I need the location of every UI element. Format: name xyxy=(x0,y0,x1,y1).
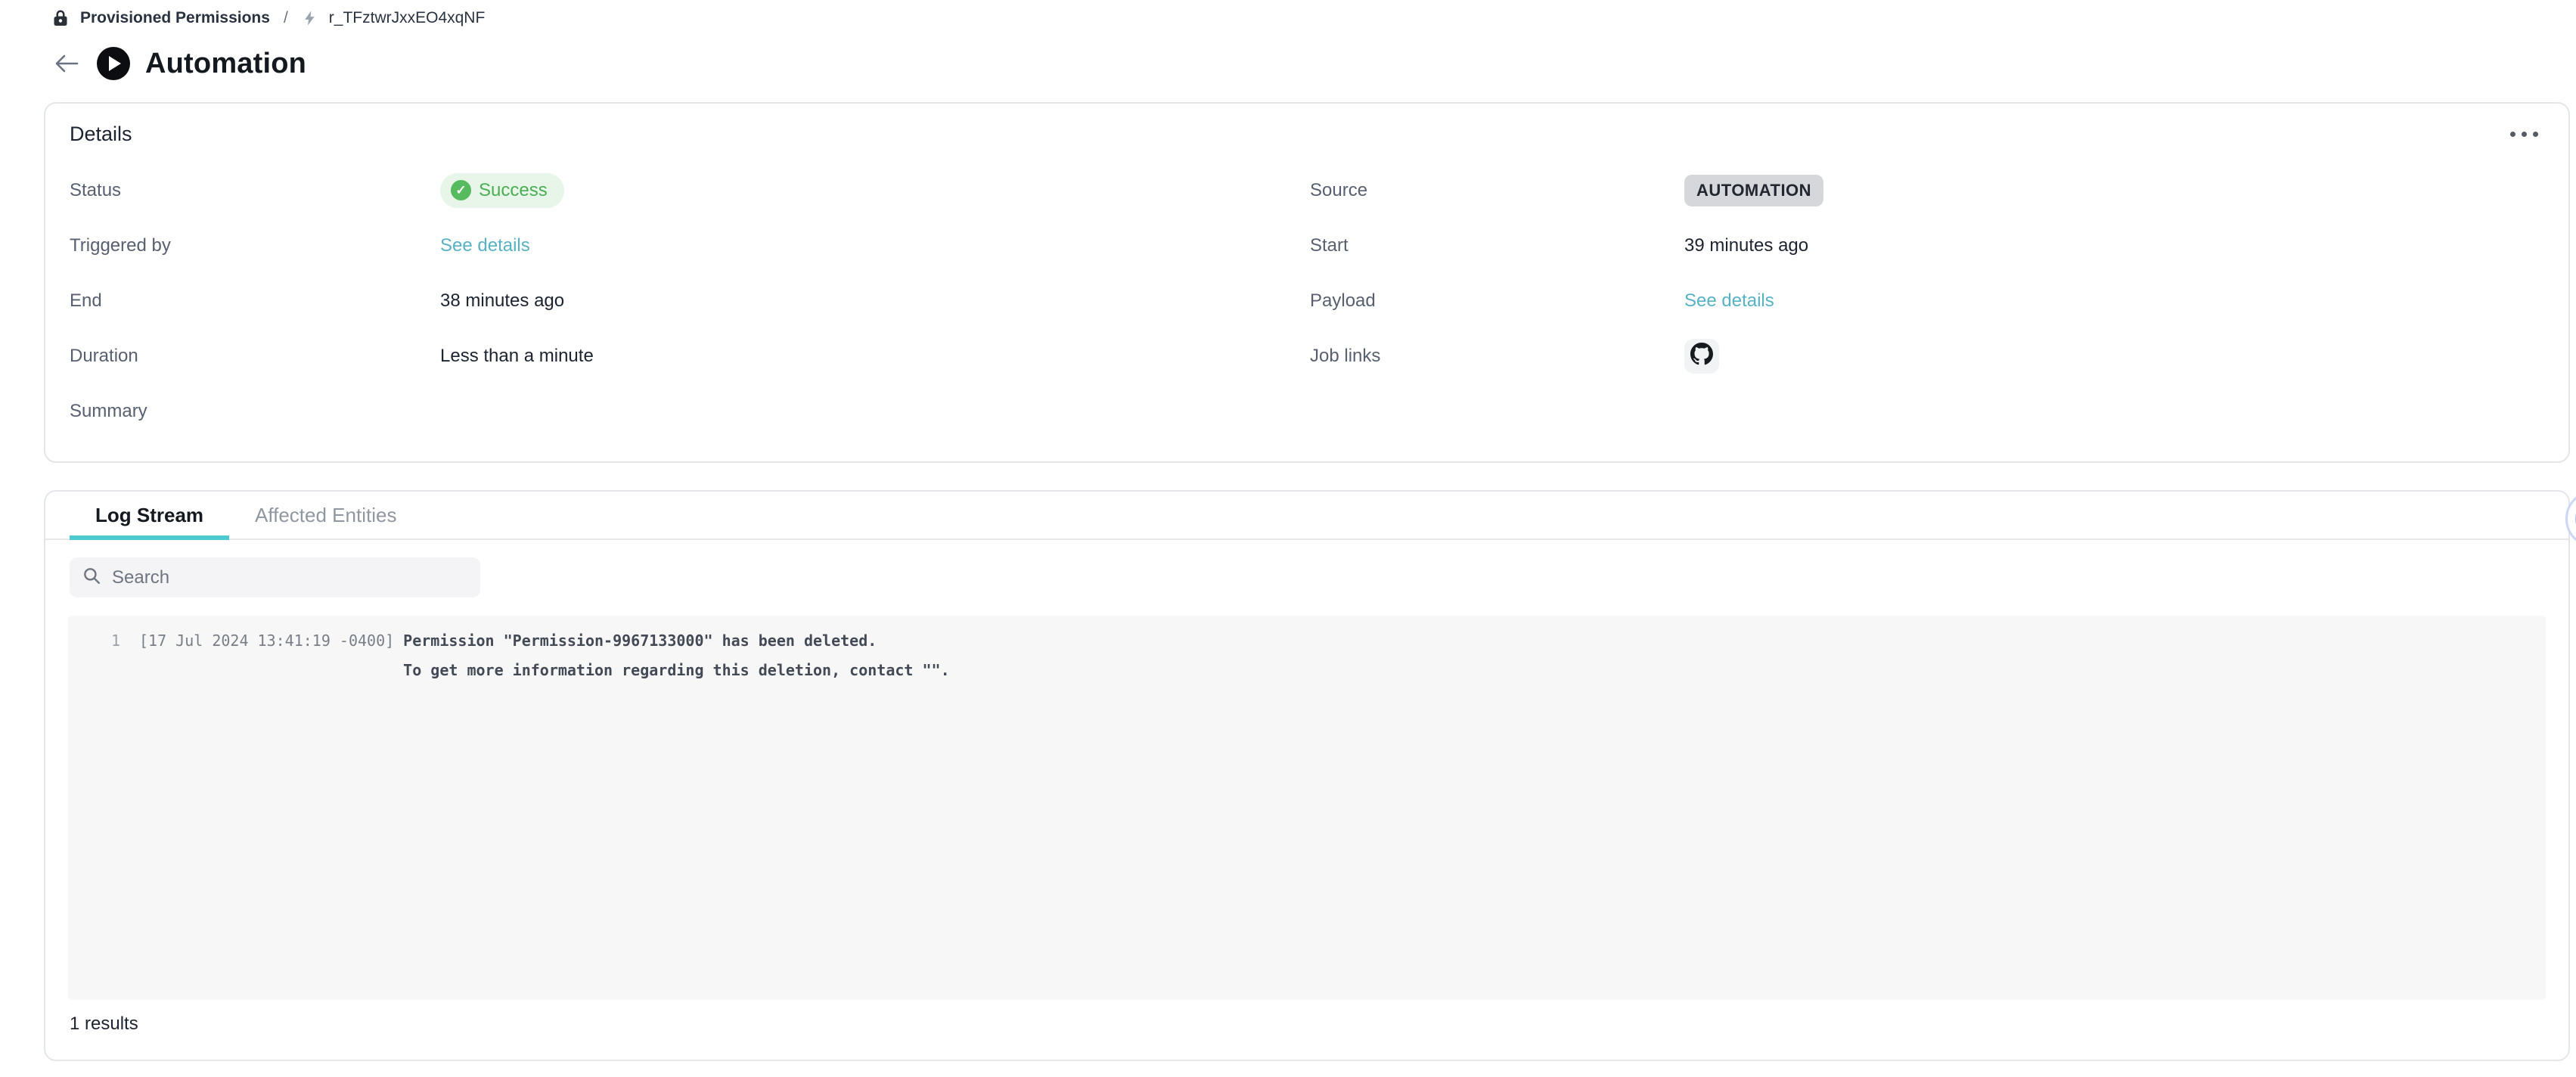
ellipsis-menu-button[interactable] xyxy=(2504,126,2544,143)
duration-label: Duration xyxy=(70,346,440,367)
breadcrumb: Provisioned Permissions / r_TFztwrJxxEO4… xyxy=(51,9,485,27)
log-search[interactable] xyxy=(70,557,480,597)
end-label: End xyxy=(70,290,440,312)
source-label: Source xyxy=(1310,180,1684,201)
github-icon xyxy=(1690,343,1713,369)
payload-see-details-link[interactable]: See details xyxy=(1684,290,1774,311)
source-badge: AUTOMATION xyxy=(1684,175,1823,206)
github-link-button[interactable] xyxy=(1684,339,1719,374)
triggered-by-label: Triggered by xyxy=(70,235,440,256)
page-title: Automation xyxy=(145,48,306,80)
lightning-icon xyxy=(302,9,318,27)
log-card: Log Stream Affected Entities 1 [17 Jul 2… xyxy=(44,490,2570,1061)
search-input[interactable] xyxy=(112,567,468,588)
details-card-title: Details xyxy=(70,123,132,146)
automation-play-icon xyxy=(97,47,130,80)
end-value: 38 minutes ago xyxy=(440,290,1310,312)
payload-label: Payload xyxy=(1310,290,1684,312)
status-badge: ✓ Success xyxy=(440,173,564,208)
back-button[interactable] xyxy=(51,48,82,79)
check-circle-icon: ✓ xyxy=(451,180,471,200)
job-links-label: Job links xyxy=(1310,346,1684,367)
detail-row-summary: Summary xyxy=(70,383,2544,439)
log-stream-viewer[interactable]: 1 [17 Jul 2024 13:41:19 -0400] Permissio… xyxy=(68,616,2546,1000)
detail-row-status-source: Status ✓ Success Source AUTOMATION xyxy=(70,163,2544,218)
detail-row-duration-joblinks: Duration Less than a minute Job links xyxy=(70,328,2544,383)
tab-affected-entities[interactable]: Affected Entities xyxy=(229,492,422,538)
search-icon xyxy=(82,566,101,589)
tab-bar: Log Stream Affected Entities xyxy=(45,492,2568,540)
triggered-by-see-details-link[interactable]: See details xyxy=(440,235,530,256)
status-label: Status xyxy=(70,180,440,201)
log-timestamp: [17 Jul 2024 13:41:19 -0400] xyxy=(139,626,394,685)
log-message: Permission "Permission-9967133000" has b… xyxy=(403,626,949,685)
detail-row-end-payload: End 38 minutes ago Payload See details xyxy=(70,273,2544,328)
results-count: 1 results xyxy=(70,1013,2568,1035)
summary-label: Summary xyxy=(70,401,440,422)
detail-row-triggered-start: Triggered by See details Start 39 minute… xyxy=(70,218,2544,273)
tab-log-stream[interactable]: Log Stream xyxy=(70,492,229,538)
status-badge-label: Success xyxy=(479,180,548,201)
breadcrumb-current: r_TFztwrJxxEO4xqNF xyxy=(329,9,486,27)
start-label: Start xyxy=(1310,235,1684,256)
start-value: 39 minutes ago xyxy=(1684,235,2544,256)
breadcrumb-root-link[interactable]: Provisioned Permissions xyxy=(80,9,270,27)
breadcrumb-separator: / xyxy=(281,9,291,27)
page-header: Automation xyxy=(51,47,306,80)
log-line-number: 1 xyxy=(86,626,120,685)
duration-value: Less than a minute xyxy=(440,346,1310,367)
details-card: Details Status ✓ Success Source AUTOMATI… xyxy=(44,102,2570,463)
log-line: 1 [17 Jul 2024 13:41:19 -0400] Permissio… xyxy=(68,626,2546,685)
lock-icon xyxy=(51,9,70,27)
